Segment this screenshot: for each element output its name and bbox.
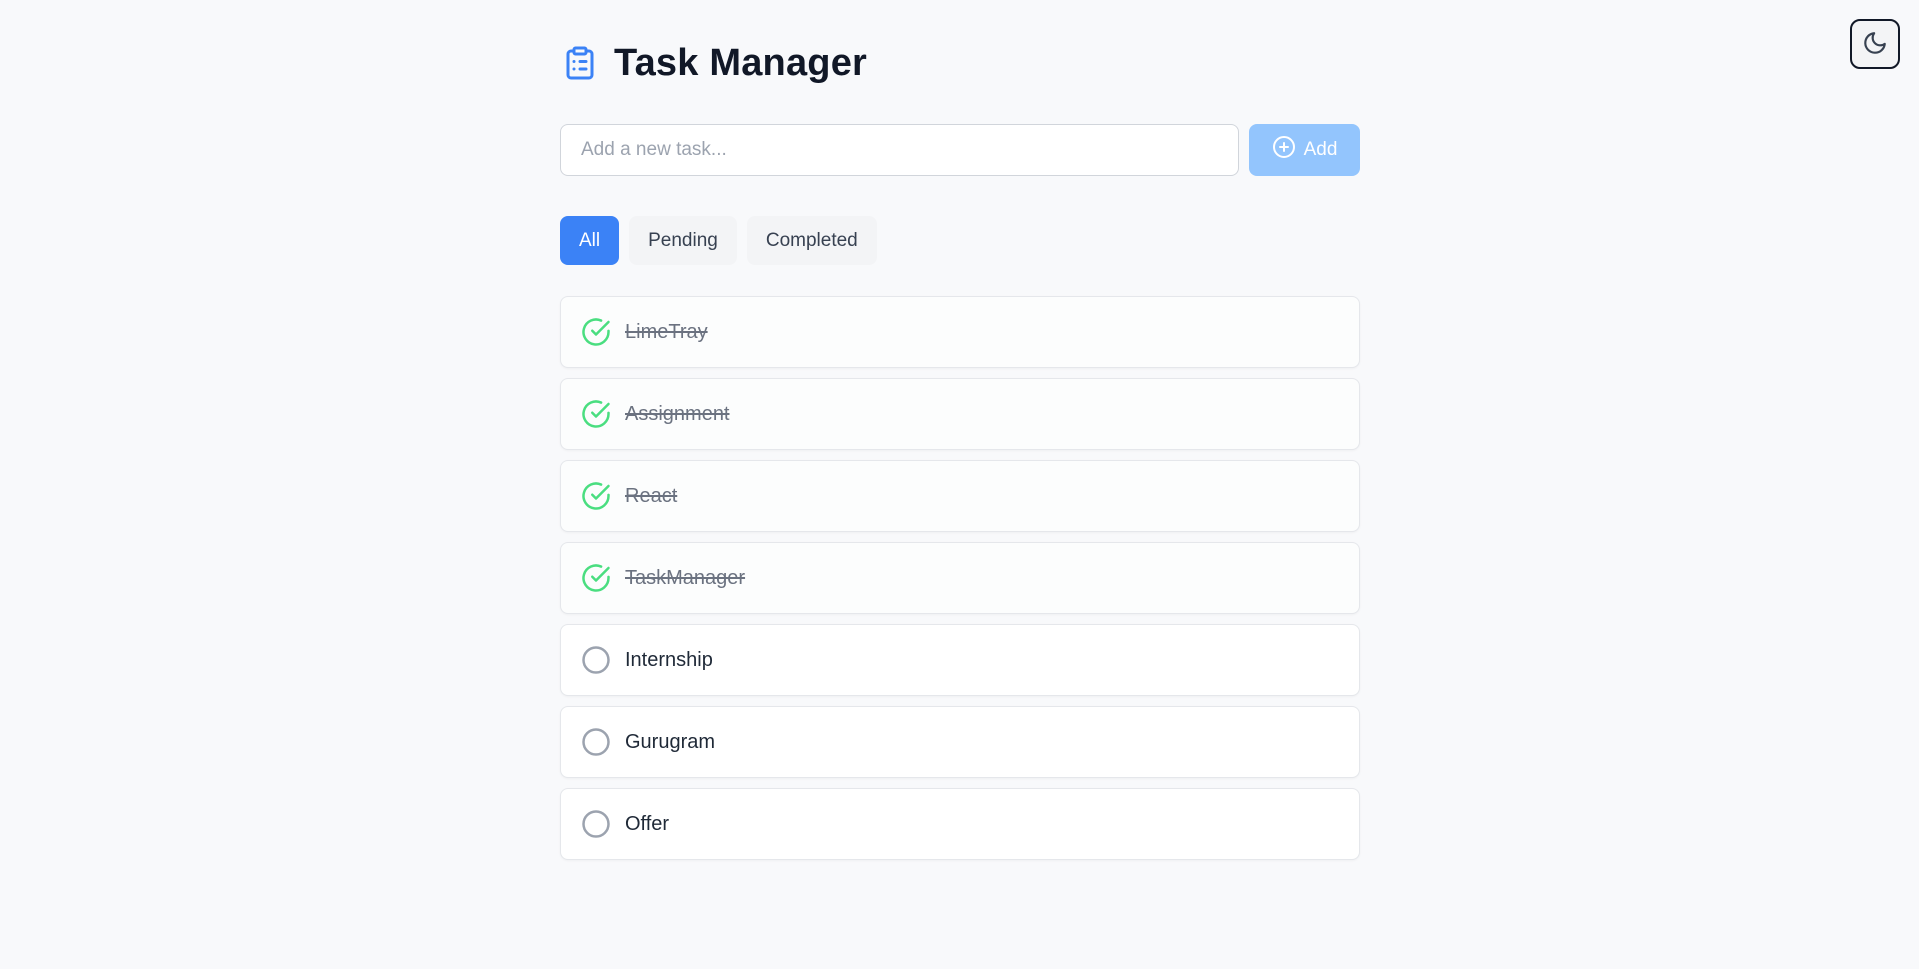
- task-text: Internship: [625, 648, 713, 671]
- task-item: LimeTray: [560, 296, 1360, 368]
- theme-toggle-button[interactable]: [1850, 19, 1900, 69]
- check-circle-icon[interactable]: [581, 399, 611, 429]
- add-button-label: Add: [1303, 139, 1338, 160]
- task-item: React: [560, 460, 1360, 532]
- tab-all[interactable]: All: [560, 216, 620, 265]
- check-circle-icon[interactable]: [581, 563, 611, 593]
- task-text: LimeTray: [625, 320, 708, 343]
- task-text: Assignment: [625, 402, 730, 425]
- empty-circle-icon[interactable]: [581, 727, 611, 757]
- task-text: TaskManager: [625, 566, 746, 589]
- task-text: Gurugram: [625, 730, 716, 753]
- page-title: Task Manager: [614, 41, 868, 84]
- task-list: LimeTray Assignment React TaskManager Intern…: [560, 296, 1360, 870]
- task-item: TaskManager: [560, 542, 1360, 614]
- check-circle-icon[interactable]: [581, 317, 611, 347]
- task-item: Assignment: [560, 378, 1360, 450]
- task-item: Gurugram: [560, 706, 1360, 778]
- add-task-button[interactable]: Add: [1249, 124, 1360, 176]
- task-text: React: [625, 484, 678, 507]
- new-task-input[interactable]: [560, 124, 1239, 176]
- plus-circle-icon: [1272, 135, 1296, 165]
- moon-icon: [1862, 30, 1888, 59]
- tab-pending[interactable]: Pending: [629, 216, 737, 265]
- check-circle-icon[interactable]: [581, 481, 611, 511]
- clipboard-list-icon: [560, 43, 600, 83]
- tab-completed[interactable]: Completed: [746, 216, 877, 265]
- task-text: Offer: [625, 812, 670, 835]
- app-header: Task Manager: [560, 38, 867, 88]
- filter-tabs: All Pending Completed: [560, 216, 877, 265]
- add-task-form: Add: [560, 124, 1360, 176]
- task-item: Internship: [560, 624, 1360, 696]
- task-item: Offer: [560, 788, 1360, 860]
- empty-circle-icon[interactable]: [581, 809, 611, 839]
- empty-circle-icon[interactable]: [581, 645, 611, 675]
